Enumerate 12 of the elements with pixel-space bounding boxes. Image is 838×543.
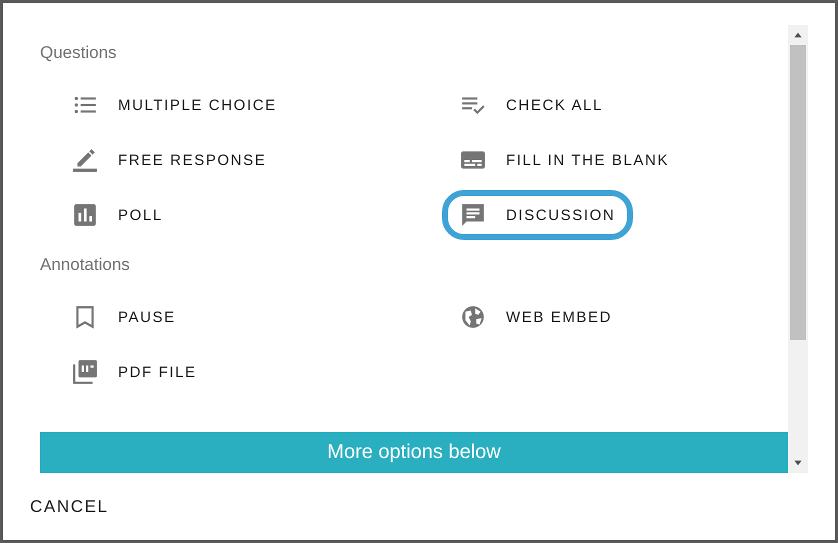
cancel-button[interactable]: CANCEL	[20, 492, 119, 520]
document-stack-icon	[72, 359, 98, 385]
section-heading: Questions	[40, 43, 118, 64]
chat-icon	[460, 202, 486, 228]
more-options-banner: More options below	[40, 432, 788, 473]
scrollbar-thumb[interactable]	[790, 45, 806, 340]
section-heading: Annotations	[40, 255, 131, 276]
scrollbar[interactable]	[788, 25, 808, 473]
globe-icon	[460, 304, 486, 330]
item-option[interactable]: DISCUSSION	[442, 190, 634, 240]
pencil-icon	[72, 147, 98, 173]
bar-chart-icon	[72, 202, 98, 228]
